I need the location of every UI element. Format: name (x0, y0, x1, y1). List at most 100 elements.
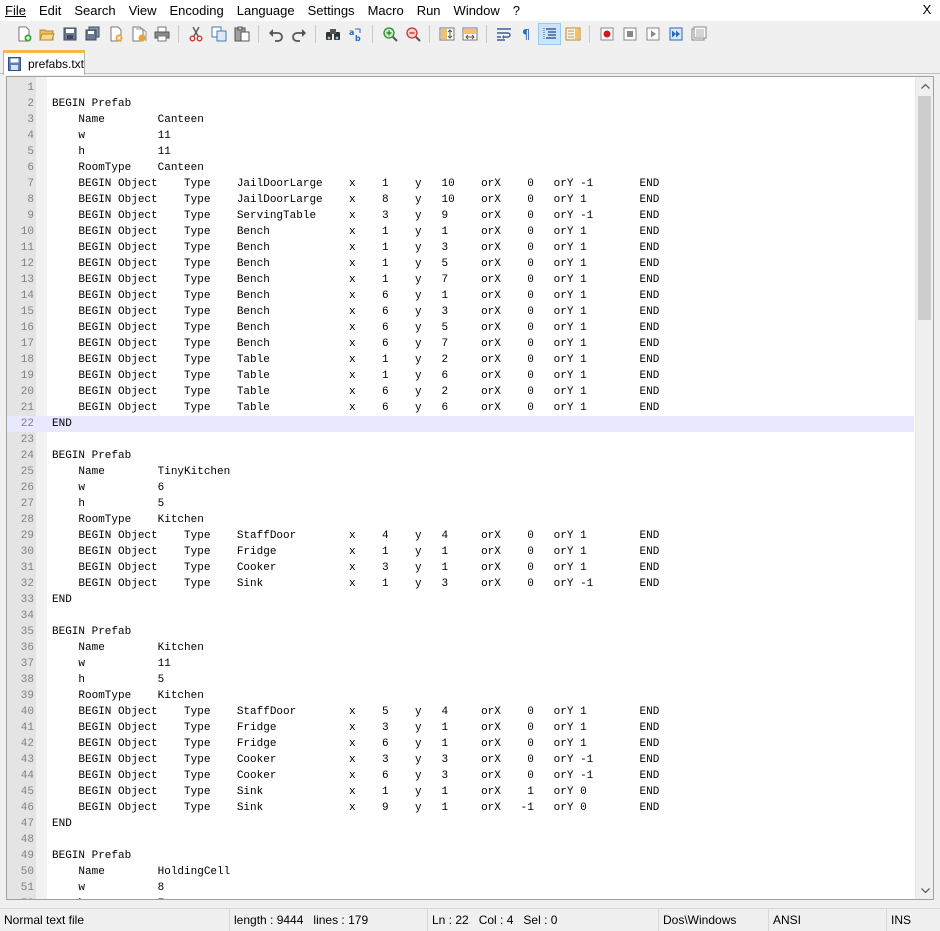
editor-line[interactable]: 44 BEGIN Object Type Cooker x 6 y 3 orX … (7, 768, 914, 784)
editor-line[interactable]: 27 h 5 (7, 496, 914, 512)
redo-icon[interactable] (287, 23, 310, 45)
tab-prefabs-txt[interactable]: prefabs.txt (3, 50, 85, 75)
menu-help[interactable]: ? (506, 0, 526, 21)
editor-lines[interactable]: 1 2 BEGIN Prefab 3 Name Canteen 4 w 11 5 h 11… (7, 80, 914, 899)
editor-line[interactable]: 4 w 11 (7, 128, 914, 144)
editor-line[interactable]: 19 BEGIN Object Type Table x 1 y 6 orX 0… (7, 368, 914, 384)
menu-view[interactable]: View (122, 0, 163, 21)
replace-icon[interactable]: ab (344, 23, 367, 45)
undo-icon[interactable] (264, 23, 287, 45)
print-icon[interactable] (150, 23, 173, 45)
scroll-up-icon[interactable] (916, 77, 933, 94)
editor-line[interactable]: 26 w 6 (7, 480, 914, 496)
record-macro-icon[interactable] (595, 23, 618, 45)
menu-run[interactable]: Run (410, 0, 447, 21)
menu-settings[interactable]: Settings (301, 0, 361, 21)
paste-icon[interactable] (230, 23, 253, 45)
cut-icon[interactable] (184, 23, 207, 45)
menu-window[interactable]: Window (447, 0, 506, 21)
save-all-icon[interactable] (81, 23, 104, 45)
editor-line[interactable]: 1 (7, 80, 914, 96)
sync-horizontal-icon[interactable] (458, 23, 481, 45)
show-all-characters-icon[interactable]: ¶ (515, 23, 538, 45)
editor-line[interactable]: 17 BEGIN Object Type Bench x 6 y 7 orX 0… (7, 336, 914, 352)
run-macro-multiple-icon[interactable] (664, 23, 687, 45)
editor-line[interactable]: 29 BEGIN Object Type StaffDoor x 4 y 4 o… (7, 528, 914, 544)
copy-icon[interactable] (207, 23, 230, 45)
menu-macro[interactable]: Macro (361, 0, 410, 21)
editor-line[interactable]: 30 BEGIN Object Type Fridge x 1 y 1 orX … (7, 544, 914, 560)
editor-line[interactable]: 21 BEGIN Object Type Table x 6 y 6 orX 0… (7, 400, 914, 416)
editor-line[interactable]: 42 BEGIN Object Type Fridge x 6 y 1 orX … (7, 736, 914, 752)
scroll-down-icon[interactable] (916, 882, 933, 899)
save-icon[interactable] (58, 23, 81, 45)
editor-line[interactable]: 3 Name Canteen (7, 112, 914, 128)
new-file-icon[interactable] (12, 23, 35, 45)
menu-language[interactable]: Language (230, 0, 301, 21)
open-file-icon[interactable] (35, 23, 58, 45)
editor-line[interactable]: 34 (7, 608, 914, 624)
editor-line[interactable]: 31 BEGIN Object Type Cooker x 3 y 1 orX … (7, 560, 914, 576)
close-document-button[interactable]: X (920, 2, 934, 17)
editor-line[interactable]: 38 h 5 (7, 672, 914, 688)
editor-line[interactable]: 8 BEGIN Object Type JailDoorLarge x 8 y … (7, 192, 914, 208)
document-map-icon[interactable] (561, 23, 584, 45)
editor-line[interactable]: 35 BEGIN Prefab (7, 624, 914, 640)
close-icon[interactable] (104, 23, 127, 45)
editor-line[interactable]: 32 BEGIN Object Type Sink x 1 y 3 orX 0 … (7, 576, 914, 592)
editor-line[interactable]: 7 BEGIN Object Type JailDoorLarge x 1 y … (7, 176, 914, 192)
editor-line[interactable]: 47 END (7, 816, 914, 832)
editor-line[interactable]: 16 BEGIN Object Type Bench x 6 y 5 orX 0… (7, 320, 914, 336)
zoom-in-icon[interactable] (378, 23, 401, 45)
menu-file[interactable]: File (0, 0, 32, 21)
editor-line[interactable]: 50 Name HoldingCell (7, 864, 914, 880)
editor-line[interactable]: 12 BEGIN Object Type Bench x 1 y 5 orX 0… (7, 256, 914, 272)
playback-macro-icon[interactable] (641, 23, 664, 45)
editor-line[interactable]: 24 BEGIN Prefab (7, 448, 914, 464)
editor-line[interactable]: 18 BEGIN Object Type Table x 1 y 2 orX 0… (7, 352, 914, 368)
editor-line[interactable]: 43 BEGIN Object Type Cooker x 3 y 3 orX … (7, 752, 914, 768)
editor-line[interactable]: 9 BEGIN Object Type ServingTable x 3 y 9… (7, 208, 914, 224)
close-all-icon[interactable] (127, 23, 150, 45)
menu-search[interactable]: Search (67, 0, 121, 21)
editor-line[interactable]: 40 BEGIN Object Type StaffDoor x 5 y 4 o… (7, 704, 914, 720)
line-text: h 11 (52, 146, 171, 158)
editor-line[interactable]: 10 BEGIN Object Type Bench x 1 y 1 orX 0… (7, 224, 914, 240)
editor-line[interactable]: 39 RoomType Kitchen (7, 688, 914, 704)
editor-line[interactable]: 13 BEGIN Object Type Bench x 1 y 7 orX 0… (7, 272, 914, 288)
editor-line[interactable]: 2 BEGIN Prefab (7, 96, 914, 112)
text-editor[interactable]: 1 2 BEGIN Prefab 3 Name Canteen 4 w 11 5 h 11… (6, 76, 934, 900)
scrollbar-thumb[interactable] (918, 96, 931, 320)
editor-line[interactable]: 6 RoomType Canteen (7, 160, 914, 176)
editor-line[interactable]: 14 BEGIN Object Type Bench x 6 y 1 orX 0… (7, 288, 914, 304)
editor-line[interactable]: 33 END (7, 592, 914, 608)
editor-line[interactable]: 22 END (7, 416, 914, 432)
editor-line[interactable]: 37 w 11 (7, 656, 914, 672)
stop-recording-icon[interactable] (618, 23, 641, 45)
editor-line[interactable]: 49 BEGIN Prefab (7, 848, 914, 864)
editor-line[interactable]: 25 Name TinyKitchen (7, 464, 914, 480)
editor-line[interactable]: 45 BEGIN Object Type Sink x 1 y 1 orX 1 … (7, 784, 914, 800)
sync-vertical-icon[interactable] (435, 23, 458, 45)
menu-edit[interactable]: Edit (32, 0, 67, 21)
line-number: 41 (20, 722, 34, 734)
editor-line[interactable]: 46 BEGIN Object Type Sink x 9 y 1 orX -1… (7, 800, 914, 816)
editor-line[interactable]: 15 BEGIN Object Type Bench x 6 y 3 orX 0… (7, 304, 914, 320)
editor-line[interactable]: 36 Name Kitchen (7, 640, 914, 656)
editor-line[interactable]: 48 (7, 832, 914, 848)
editor-line[interactable]: 52 h 7 (7, 896, 914, 899)
word-wrap-icon[interactable] (492, 23, 515, 45)
indent-guide-icon[interactable] (538, 22, 561, 45)
editor-line[interactable]: 5 h 11 (7, 144, 914, 160)
editor-line[interactable]: 11 BEGIN Object Type Bench x 1 y 3 orX 0… (7, 240, 914, 256)
editor-line[interactable]: 20 BEGIN Object Type Table x 6 y 2 orX 0… (7, 384, 914, 400)
editor-line[interactable]: 23 (7, 432, 914, 448)
find-icon[interactable] (321, 23, 344, 45)
editor-line[interactable]: 41 BEGIN Object Type Fridge x 3 y 1 orX … (7, 720, 914, 736)
zoom-out-icon[interactable] (401, 23, 424, 45)
save-macro-icon[interactable] (687, 23, 710, 45)
menu-encoding[interactable]: Encoding (163, 0, 230, 21)
editor-line[interactable]: 28 RoomType Kitchen (7, 512, 914, 528)
vertical-scrollbar[interactable] (915, 77, 933, 899)
editor-line[interactable]: 51 w 8 (7, 880, 914, 896)
